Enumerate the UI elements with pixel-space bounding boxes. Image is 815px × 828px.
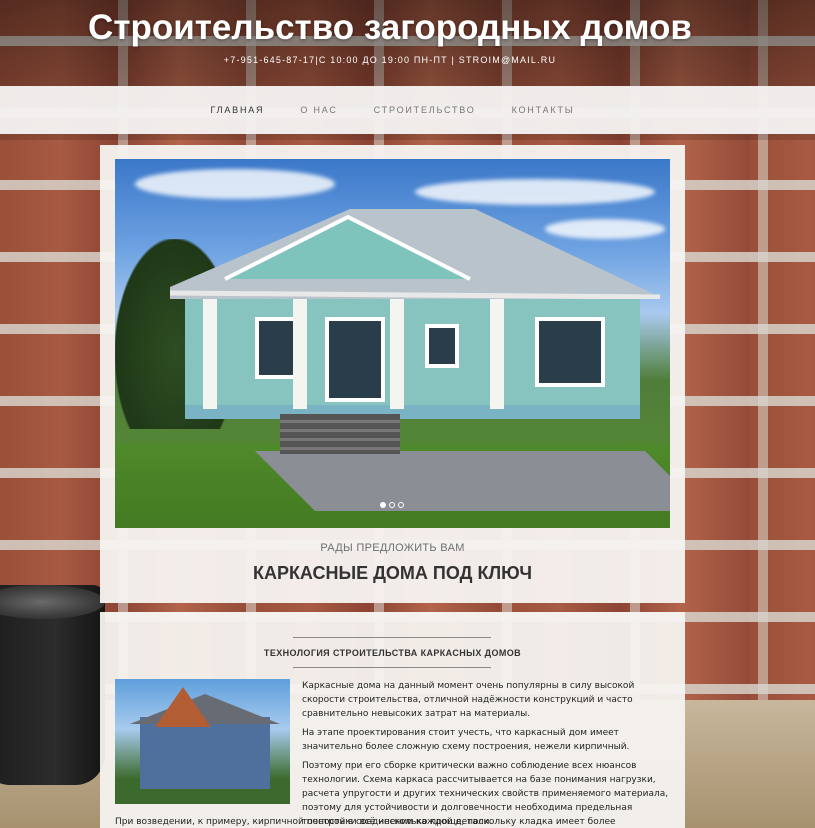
slider-dot[interactable] — [398, 502, 404, 508]
walkway — [255, 451, 670, 511]
slider-dot[interactable] — [389, 502, 395, 508]
cloud — [415, 179, 655, 205]
house-facade — [185, 299, 640, 419]
divider-bottom — [293, 667, 491, 668]
hero-subtitle: РАДЫ ПРЕДЛОЖИТЬ ВАМ — [320, 542, 465, 554]
nav-item-home[interactable]: ГЛАВНАЯ — [210, 105, 264, 115]
slider-dot[interactable] — [380, 502, 386, 508]
porch-pillar — [490, 299, 504, 409]
art-house-body — [140, 717, 270, 789]
article-title: ТЕХНОЛОГИЯ СТРОИТЕЛЬСТВА КАРКАСНЫХ ДОМОВ — [263, 648, 522, 658]
art-gable — [155, 687, 211, 727]
article-body: Каркасные дома на данный момент очень по… — [302, 679, 672, 828]
image-slider[interactable] — [115, 159, 670, 528]
article-paragraph: Каркасные дома на данный момент очень по… — [302, 681, 635, 719]
nav-item-about[interactable]: О НАС — [300, 105, 337, 115]
site-title: Строительство загородных домов — [88, 8, 692, 47]
house-window — [535, 317, 605, 387]
house-door — [325, 317, 385, 402]
hero-title: КАРКАСНЫЕ ДОМА ПОД КЛЮЧ — [252, 563, 533, 583]
contact-info: +7-951-645-87-17|С 10:00 ДО 19:00 ПН-ПТ … — [223, 55, 557, 65]
porch-pillar — [203, 299, 217, 409]
cloud — [135, 169, 335, 199]
nav-item-construction[interactable]: СТРОИТЕЛЬСТВО — [374, 105, 476, 115]
nav-item-contacts[interactable]: КОНТАКТЫ — [512, 105, 575, 115]
main-nav: ГЛАВНАЯ О НАС СТРОИТЕЛЬСТВО КОНТАКТЫ — [0, 86, 815, 134]
house-window — [425, 324, 459, 368]
house-roof — [170, 209, 660, 299]
article-house-image — [115, 679, 290, 804]
divider-top — [293, 637, 491, 638]
article-card: ТЕХНОЛОГИЯ СТРОИТЕЛЬСТВА КАРКАСНЫХ ДОМОВ… — [100, 612, 685, 828]
hero-card: РАДЫ ПРЕДЛОЖИТЬ ВАМ КАРКАСНЫЕ ДОМА ПОД К… — [100, 145, 685, 603]
article-continuation: При возведении, к примеру, кирпичной пос… — [115, 817, 616, 827]
porch-pillar — [293, 299, 307, 409]
porch-pillar — [390, 299, 404, 409]
porch-stairs — [280, 414, 400, 454]
article-paragraph: На этапе проектирования стоит учесть, чт… — [302, 728, 630, 752]
slider-dots — [380, 502, 404, 508]
